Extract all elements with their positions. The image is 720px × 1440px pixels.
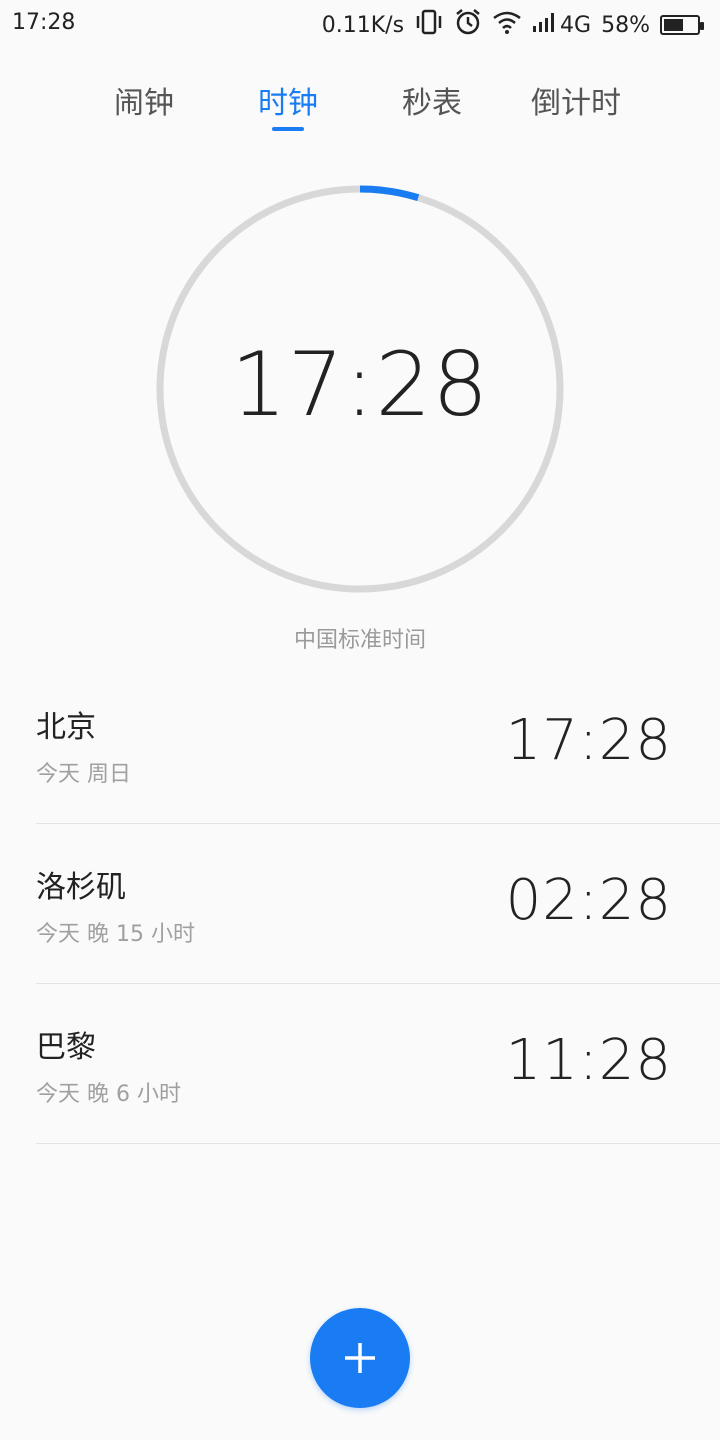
city-name: 北京	[36, 710, 96, 745]
clock-ring: 17:28	[156, 185, 564, 593]
list-item[interactable]: 北京 今天 周日 17:28	[36, 664, 720, 824]
battery-percent: 58%	[601, 12, 650, 38]
active-tab-indicator	[272, 127, 304, 131]
city-name: 巴黎	[36, 1030, 96, 1065]
battery-icon	[660, 15, 704, 35]
status-bar: 17:28 0.11K/s 4G 58%	[0, 0, 720, 50]
current-time: 17:28	[230, 333, 490, 436]
city-offset: 今天 晚 6 小时	[36, 1082, 181, 1107]
tab-stopwatch[interactable]: 秒表	[402, 78, 462, 122]
city-name: 洛杉矶	[36, 870, 126, 905]
ring-progress	[359, 185, 420, 202]
world-clock-screen: 17:28 0.11K/s 4G 58% 闹钟 时钟 秒表 倒计时 17:28 …	[0, 0, 720, 1440]
vibrate-icon	[414, 9, 444, 41]
signal-icon	[532, 10, 558, 40]
plus-icon	[345, 1343, 375, 1373]
status-time: 17:28	[12, 10, 76, 35]
tab-alarm[interactable]: 闹钟	[114, 78, 174, 122]
tab-timer[interactable]: 倒计时	[531, 78, 621, 122]
city-time: 02:28	[505, 868, 672, 933]
network-type: 4G	[560, 12, 592, 38]
tab-bar: 闹钟 时钟 秒表 倒计时	[0, 72, 720, 142]
net-speed: 0.11K/s	[321, 12, 405, 38]
alarm-icon	[454, 8, 482, 42]
battery-fill	[664, 19, 683, 31]
city-offset: 今天 晚 15 小时	[36, 922, 195, 947]
city-offset: 今天 周日	[36, 762, 131, 787]
city-time: 11:28	[505, 1028, 672, 1093]
add-city-button[interactable]	[310, 1308, 410, 1408]
list-item[interactable]: 洛杉矶 今天 晚 15 小时 02:28	[36, 824, 720, 984]
city-time: 17:28	[505, 708, 672, 773]
timezone-label: 中国标准时间	[293, 628, 426, 653]
list-item[interactable]: 巴黎 今天 晚 6 小时 11:28	[36, 984, 720, 1144]
wifi-icon	[492, 10, 522, 40]
city-list: 北京 今天 周日 17:28 洛杉矶 今天 晚 15 小时 02:28 巴黎 今…	[36, 664, 720, 1144]
tab-clock[interactable]: 时钟	[258, 78, 318, 122]
